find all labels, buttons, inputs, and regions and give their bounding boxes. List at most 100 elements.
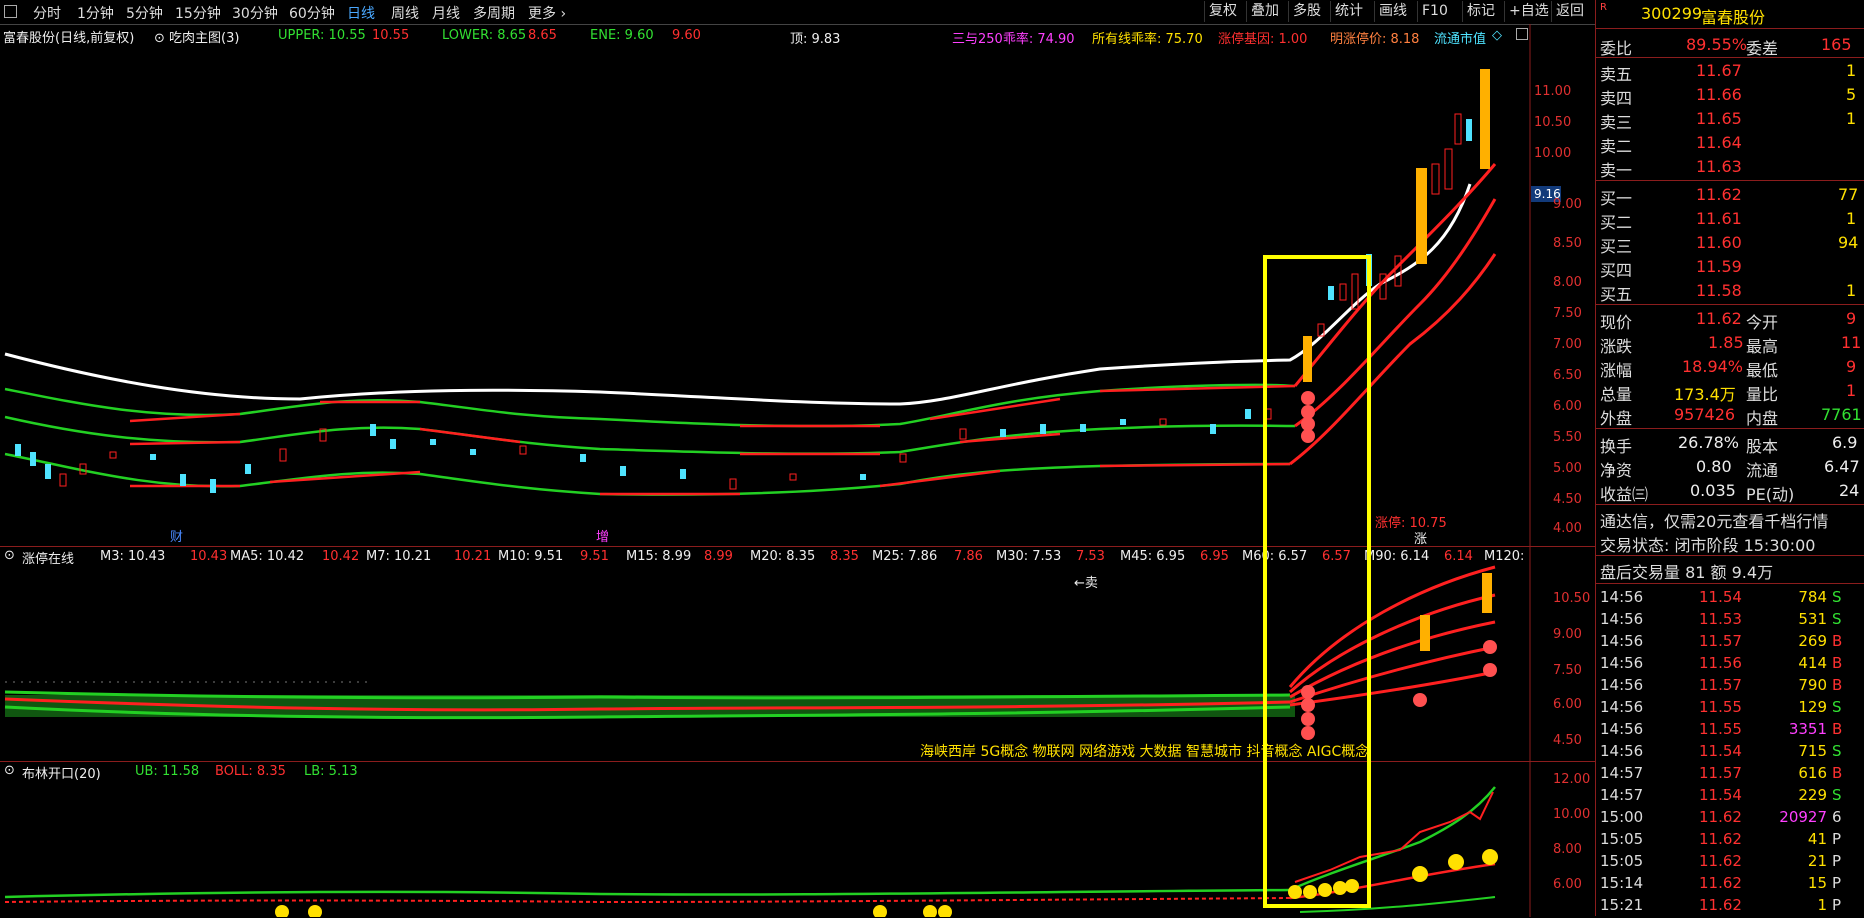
bias-label: 三与250乖率: 74.90 [952, 32, 1075, 47]
ma-value: 10.43 [190, 549, 228, 564]
tick-time: 14:56 [1600, 720, 1644, 738]
increase-marker[interactable]: 增 [596, 526, 609, 545]
ma-value: 7.86 [954, 549, 983, 564]
bid-row[interactable]: 买二 11.61 1 [1596, 207, 1864, 232]
period-tab[interactable]: 周线 [391, 3, 419, 23]
period-tab[interactable]: 30分钟 [232, 3, 278, 23]
period-tab[interactable]: 多周期 [473, 3, 515, 23]
tick-price: 11.62 [1699, 808, 1742, 826]
tick-time: 15:21 [1600, 896, 1644, 914]
tick-row: 15:14 11.62 15 P [1596, 872, 1864, 896]
ask-row[interactable]: 卖一 11.63 [1596, 155, 1864, 180]
finance-marker[interactable]: 财 [170, 526, 183, 545]
y-tick: 6.00 [1553, 697, 1582, 712]
after-hours-volume: 盘后交易量 81 额 9.4万 [1600, 563, 1774, 582]
price-tick: 8.00 [1553, 275, 1582, 290]
ma-value: 10.21 [454, 549, 492, 564]
ask-row[interactable]: 卖五 11.67 1 [1596, 59, 1864, 84]
tick-time: 14:57 [1600, 764, 1644, 782]
period-tab[interactable]: 5分钟 [126, 3, 163, 23]
y-tick: 7.50 [1553, 663, 1582, 678]
ma-value: 8.99 [704, 549, 733, 564]
toolbar-button[interactable]: 复权 [1204, 1, 1241, 22]
tick-price: 11.54 [1699, 742, 1742, 760]
tick-row: 14:56 11.53 531 S [1596, 608, 1864, 632]
tick-row: 15:05 11.62 21 P [1596, 850, 1864, 874]
tick-side: P [1832, 874, 1842, 892]
stat-row: 涨幅 18.94% 最低 9 [1600, 357, 1857, 380]
period-tab[interactable]: 月线 [432, 3, 460, 23]
period-tab[interactable]: 60分钟 [289, 3, 335, 23]
ma-value: 6.95 [1200, 549, 1229, 564]
level2-promo-link[interactable]: 通达信，仅需20元查看千档行情 [1596, 506, 1864, 531]
bid-row[interactable]: 买四 11.59 [1596, 255, 1864, 280]
price-tick: 5.00 [1553, 461, 1582, 476]
tick-side: B [1832, 676, 1843, 694]
tick-price: 11.54 [1699, 588, 1742, 606]
chevron-right-icon: › [560, 6, 567, 22]
tick-side: 6 [1832, 808, 1842, 826]
ask-row[interactable]: 卖二 11.64 [1596, 131, 1864, 156]
stock-period-label: 富春股份(日线,前复权) [3, 31, 135, 46]
stat-row: 净资 0.80 流通 6.47 [1600, 457, 1860, 480]
toolbar-button[interactable]: 画线 [1374, 1, 1411, 22]
window-menu-icon[interactable] [4, 5, 17, 18]
panel-title[interactable]: 涨停在线 [22, 548, 74, 567]
diamond-icon[interactable]: ◇ [1492, 28, 1502, 43]
tick-side: S [1832, 742, 1842, 760]
y-tick: 10.00 [1553, 807, 1591, 822]
ma-label: M20: 8.35 [750, 549, 816, 564]
ask-row[interactable]: 卖三 11.65 1 [1596, 107, 1864, 132]
more-menu[interactable]: 更多 › [528, 3, 566, 23]
period-tab[interactable]: 1分钟 [77, 3, 114, 23]
tick-time: 14:56 [1600, 676, 1644, 694]
period-tab[interactable]: 15分钟 [175, 3, 221, 23]
toolbar-button[interactable]: 返回 [1551, 1, 1588, 22]
bid-row[interactable]: 买一 11.62 77 [1596, 183, 1864, 208]
tick-time: 14:56 [1600, 588, 1644, 606]
tick-row: 15:05 11.62 41 P [1596, 828, 1864, 852]
tick-row: 15:21 11.62 1 P [1596, 894, 1864, 918]
ma-value: 8.35 [830, 549, 859, 564]
toolbar-button[interactable]: +自选 [1504, 1, 1553, 22]
tick-time: 15:14 [1600, 874, 1644, 892]
ma-label: M25: 7.86 [872, 549, 938, 564]
tick-volume: 21 [1807, 852, 1827, 870]
panel-collapse-icon[interactable]: ⊙ [4, 548, 15, 563]
toolbar-button[interactable]: F10 [1417, 1, 1452, 22]
tick-time: 14:57 [1600, 786, 1644, 804]
tick-volume: 41 [1807, 830, 1827, 848]
panel-toggle-icon[interactable] [1516, 28, 1528, 40]
y-tick: 12.00 [1553, 772, 1591, 787]
period-tab-active[interactable]: 日线 [347, 3, 375, 23]
tick-price: 11.54 [1699, 786, 1742, 804]
stat-row: 现价 11.62 今开 9 [1600, 309, 1857, 332]
bid-row[interactable]: 买三 11.60 94 [1596, 231, 1864, 256]
toolbar-button[interactable]: 统计 [1330, 1, 1367, 22]
tick-price: 11.62 [1699, 874, 1742, 892]
toolbar-button[interactable]: 标记 [1462, 1, 1499, 22]
limit-up-marker[interactable]: 涨 [1414, 528, 1427, 547]
bid-row[interactable]: 买五 11.58 1 [1596, 279, 1864, 304]
tick-volume: 20927 [1779, 808, 1827, 826]
tick-price: 11.57 [1699, 632, 1742, 650]
toolbar-button[interactable]: 叠加 [1246, 1, 1283, 22]
tick-volume: 531 [1798, 610, 1827, 628]
indicator-name[interactable]: ⊙ 吃肉主图(3) [154, 27, 239, 46]
tick-time: 15:05 [1600, 852, 1644, 870]
tick-volume: 15 [1807, 874, 1827, 892]
period-tab[interactable]: 分时 [33, 3, 61, 23]
tick-side: S [1832, 698, 1842, 716]
tick-row: 14:56 11.57 790 B [1596, 674, 1864, 698]
tick-row: 14:56 11.57 269 B [1596, 630, 1864, 654]
ma-value: 7.53 [1076, 549, 1105, 564]
tick-side: P [1832, 896, 1842, 914]
panel-title[interactable]: 布林开口(20) [22, 763, 101, 782]
tick-volume: 715 [1798, 742, 1827, 760]
price-tick: 7.00 [1553, 337, 1582, 352]
ask-row[interactable]: 卖四 11.66 5 [1596, 83, 1864, 108]
tick-time: 15:05 [1600, 830, 1644, 848]
toolbar-button[interactable]: 多股 [1288, 1, 1325, 22]
panel-collapse-icon[interactable]: ⊙ [4, 763, 15, 778]
stat-row: 收益㈢ 0.035 PE(动) 24 [1600, 481, 1860, 504]
